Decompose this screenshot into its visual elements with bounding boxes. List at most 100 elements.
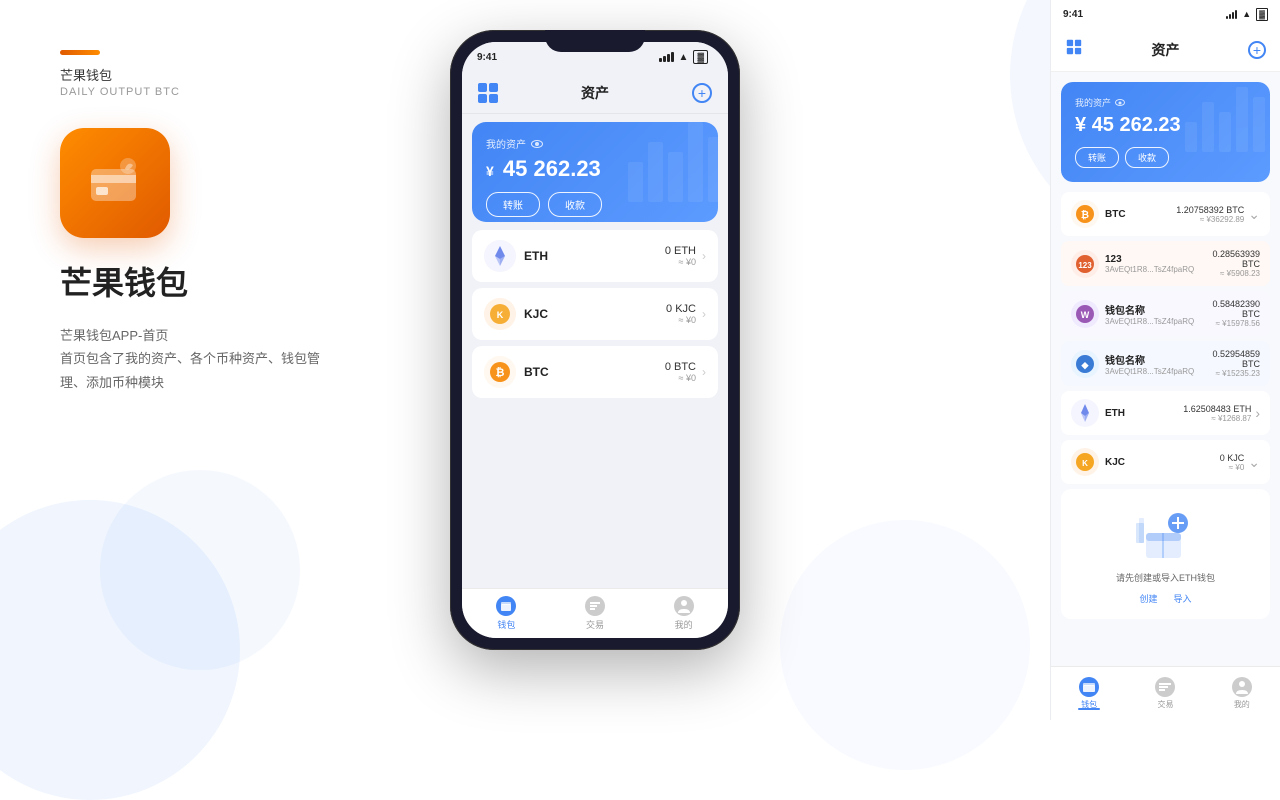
coin-item-btc[interactable]: ₿ BTC 0 BTC ≈ ¥0 › [472,346,718,398]
right-assets-buttons: 转账 收款 [1075,147,1256,168]
phone-section: 9:41 ▲ ▓ 资产 + [450,30,740,650]
tab-wallet[interactable]: 钱包 [496,596,516,631]
eth-create-link[interactable]: 创建 [1139,592,1157,605]
right-kjc-expand-icon[interactable]: ⌄ [1248,454,1260,471]
right-wallet1-amounts: 0.58482390 BTC ≈ ¥15978.56 [1194,299,1260,328]
phone-nav: 资产 + [462,72,728,114]
kjc-coin-name: KJC [524,307,548,321]
right-123-left: 123 123 3AvEQt1R8...TsZ4fpaRQ [1071,250,1194,278]
right-eth-expand-icon[interactable]: › [1255,405,1260,421]
right-add-button[interactable]: + [1248,41,1266,59]
app-desc-line1: 芒果钱包APP-首页 [60,328,168,343]
right-eth-name: ETH [1105,408,1125,419]
phone-frame: 9:41 ▲ ▓ 资产 + [450,30,740,650]
svg-text:₿: ₿ [496,367,505,379]
right-eth-left: ETH [1071,399,1125,427]
right-panel: 9:41 ▲ ▓ 资产 + 我的资产 [1050,0,1280,720]
right-btc-cny: ≈ ¥36292.89 [1176,215,1244,224]
phone-screen: 9:41 ▲ ▓ 资产 + [462,42,728,638]
right-btc-expand-icon[interactable]: ⌄ [1248,206,1260,223]
phone-nav-title: 资产 [581,83,609,103]
phone-assets-card: 我的资产 ¥ 45 262.23 转账 收款 [472,122,718,222]
right-btc-name: BTC [1105,209,1126,220]
bg-circle-right2 [780,520,1030,770]
transactions-tab-icon [585,596,605,616]
right-assets-value: 45 262.23 [1092,114,1181,136]
right-kjc-cny: ≈ ¥0 [1220,463,1245,472]
right-eth-icon [1071,399,1099,427]
right-wallet2-addr: 3AvEQt1R8...TsZ4fpaRQ [1105,367,1194,376]
right-assets-label-row: 我的资产 [1075,96,1256,109]
right-tab-transactions[interactable]: 交易 [1155,677,1175,710]
coin-kjc-left: K KJC [484,298,548,330]
assets-value: 45 262.23 [503,156,601,181]
right-tab-profile-label: 我的 [1234,699,1250,710]
assets-buttons: 转账 收款 [486,192,704,217]
right-wallet1-info: 钱包名称 3AvEQt1R8...TsZ4fpaRQ [1105,302,1194,326]
right-123-info: 123 3AvEQt1R8...TsZ4fpaRQ [1105,254,1194,274]
right-wallet2-left: ◆ 钱包名称 3AvEQt1R8...TsZ4fpaRQ [1071,350,1194,378]
right-coin-btc[interactable]: ₿ BTC 1.20758392 BTC ≈ ¥36292.89 ⌄ [1061,192,1270,236]
right-btc-right: 1.20758392 BTC ≈ ¥36292.89 ⌄ [1176,205,1260,224]
phone-content: 我的资产 ¥ 45 262.23 转账 收款 [462,114,728,588]
btc-amounts: 0 BTC ≈ ¥0 [665,361,696,383]
right-123-name: 123 [1105,254,1194,265]
eth-amounts: 0 ETH ≈ ¥0 [665,245,696,267]
phone-bottom-tabs: 钱包 交易 [462,588,728,638]
right-signal-icon [1226,10,1237,19]
right-eye-icon[interactable] [1115,99,1125,106]
receive-button[interactable]: 收款 [548,192,602,217]
svg-text:K: K [497,310,504,320]
right-btc-balance: 1.20758392 BTC [1176,205,1244,215]
right-kjc-name: KJC [1105,457,1125,468]
brand-name-small: 芒果钱包 [60,65,440,84]
add-coin-button[interactable]: + [692,83,712,103]
grid-icon[interactable] [478,83,498,103]
right-yen-sign: ¥ [1075,114,1086,136]
right-123-balance: 0.28563939 BTC [1194,249,1260,269]
brand-subtitle: DAILY OUTPUT BTC [60,86,440,98]
right-tab-wallet[interactable]: 钱包 [1079,677,1099,710]
right-wallet2-icon: ◆ [1071,350,1099,378]
app-icon-wrapper [60,128,440,238]
right-receive-button[interactable]: 收款 [1125,147,1169,168]
right-grid-icon[interactable] [1065,38,1083,61]
app-title: 芒果钱包 [60,258,440,304]
transfer-button[interactable]: 转账 [486,192,540,217]
right-coin-123[interactable]: 123 123 3AvEQt1R8...TsZ4fpaRQ 0.28563939… [1061,241,1270,286]
right-status-bar: 9:41 ▲ ▓ [1051,0,1280,28]
tab-profile[interactable]: 我的 [674,596,694,631]
right-tab-profile[interactable]: 我的 [1232,677,1252,710]
right-wallet1-balance: 0.58482390 BTC [1194,299,1260,319]
coin-kjc-right: 0 KJC ≈ ¥0 › [666,303,706,325]
eth-wallet-prompt: 请先创建或导入ETH钱包 创建 导入 [1061,489,1270,619]
right-123-addr: 3AvEQt1R8...TsZ4fpaRQ [1105,265,1194,274]
right-coin-list: ₿ BTC 1.20758392 BTC ≈ ¥36292.89 ⌄ [1051,192,1280,484]
eye-icon[interactable] [531,140,543,148]
right-kjc-icon: K [1071,448,1099,476]
coin-btc-right: 0 BTC ≈ ¥0 › [665,361,706,383]
phone-status-time: 9:41 [477,52,497,63]
right-btc-left: ₿ BTC [1071,200,1126,228]
left-section: 芒果钱包 DAILY OUTPUT BTC 芒果钱包 芒果钱包APP-首页 首页… [60,50,440,394]
tab-transactions[interactable]: 交易 [585,596,605,631]
coin-item-eth[interactable]: ETH 0 ETH ≈ ¥0 › [472,230,718,282]
right-transactions-tab-icon [1155,677,1175,697]
tab-profile-label: 我的 [675,618,693,631]
right-wallet1-left: W 钱包名称 3AvEQt1R8...TsZ4fpaRQ [1071,300,1194,328]
kjc-balance: 0 KJC [666,303,696,315]
bg-circle-2 [100,470,300,670]
assets-label-row: 我的资产 [486,136,704,151]
right-transfer-button[interactable]: 转账 [1075,147,1119,168]
app-desc: 芒果钱包APP-首页 首页包含了我的资产、各个币种资产、钱包管 理、添加币种模块 [60,324,440,394]
right-coin-kjc[interactable]: K KJC 0 KJC ≈ ¥0 ⌄ [1061,440,1270,484]
right-coin-wallet2[interactable]: ◆ 钱包名称 3AvEQt1R8...TsZ4fpaRQ 0.52954859 … [1061,341,1270,386]
coin-item-kjc[interactable]: K KJC 0 KJC ≈ ¥0 › [472,288,718,340]
right-nav-title: 资产 [1152,40,1180,60]
right-123-icon: 123 [1071,250,1099,278]
right-coin-wallet1[interactable]: W 钱包名称 3AvEQt1R8...TsZ4fpaRQ 0.58482390 … [1061,291,1270,336]
eth-import-link[interactable]: 导入 [1174,592,1192,605]
wifi-icon: ▲ [679,52,689,63]
right-coin-eth[interactable]: ETH 1.62508483 ETH ≈ ¥1268.87 › [1061,391,1270,435]
app-desc-line2: 首页包含了我的资产、各个币种资产、钱包管 [60,351,320,366]
